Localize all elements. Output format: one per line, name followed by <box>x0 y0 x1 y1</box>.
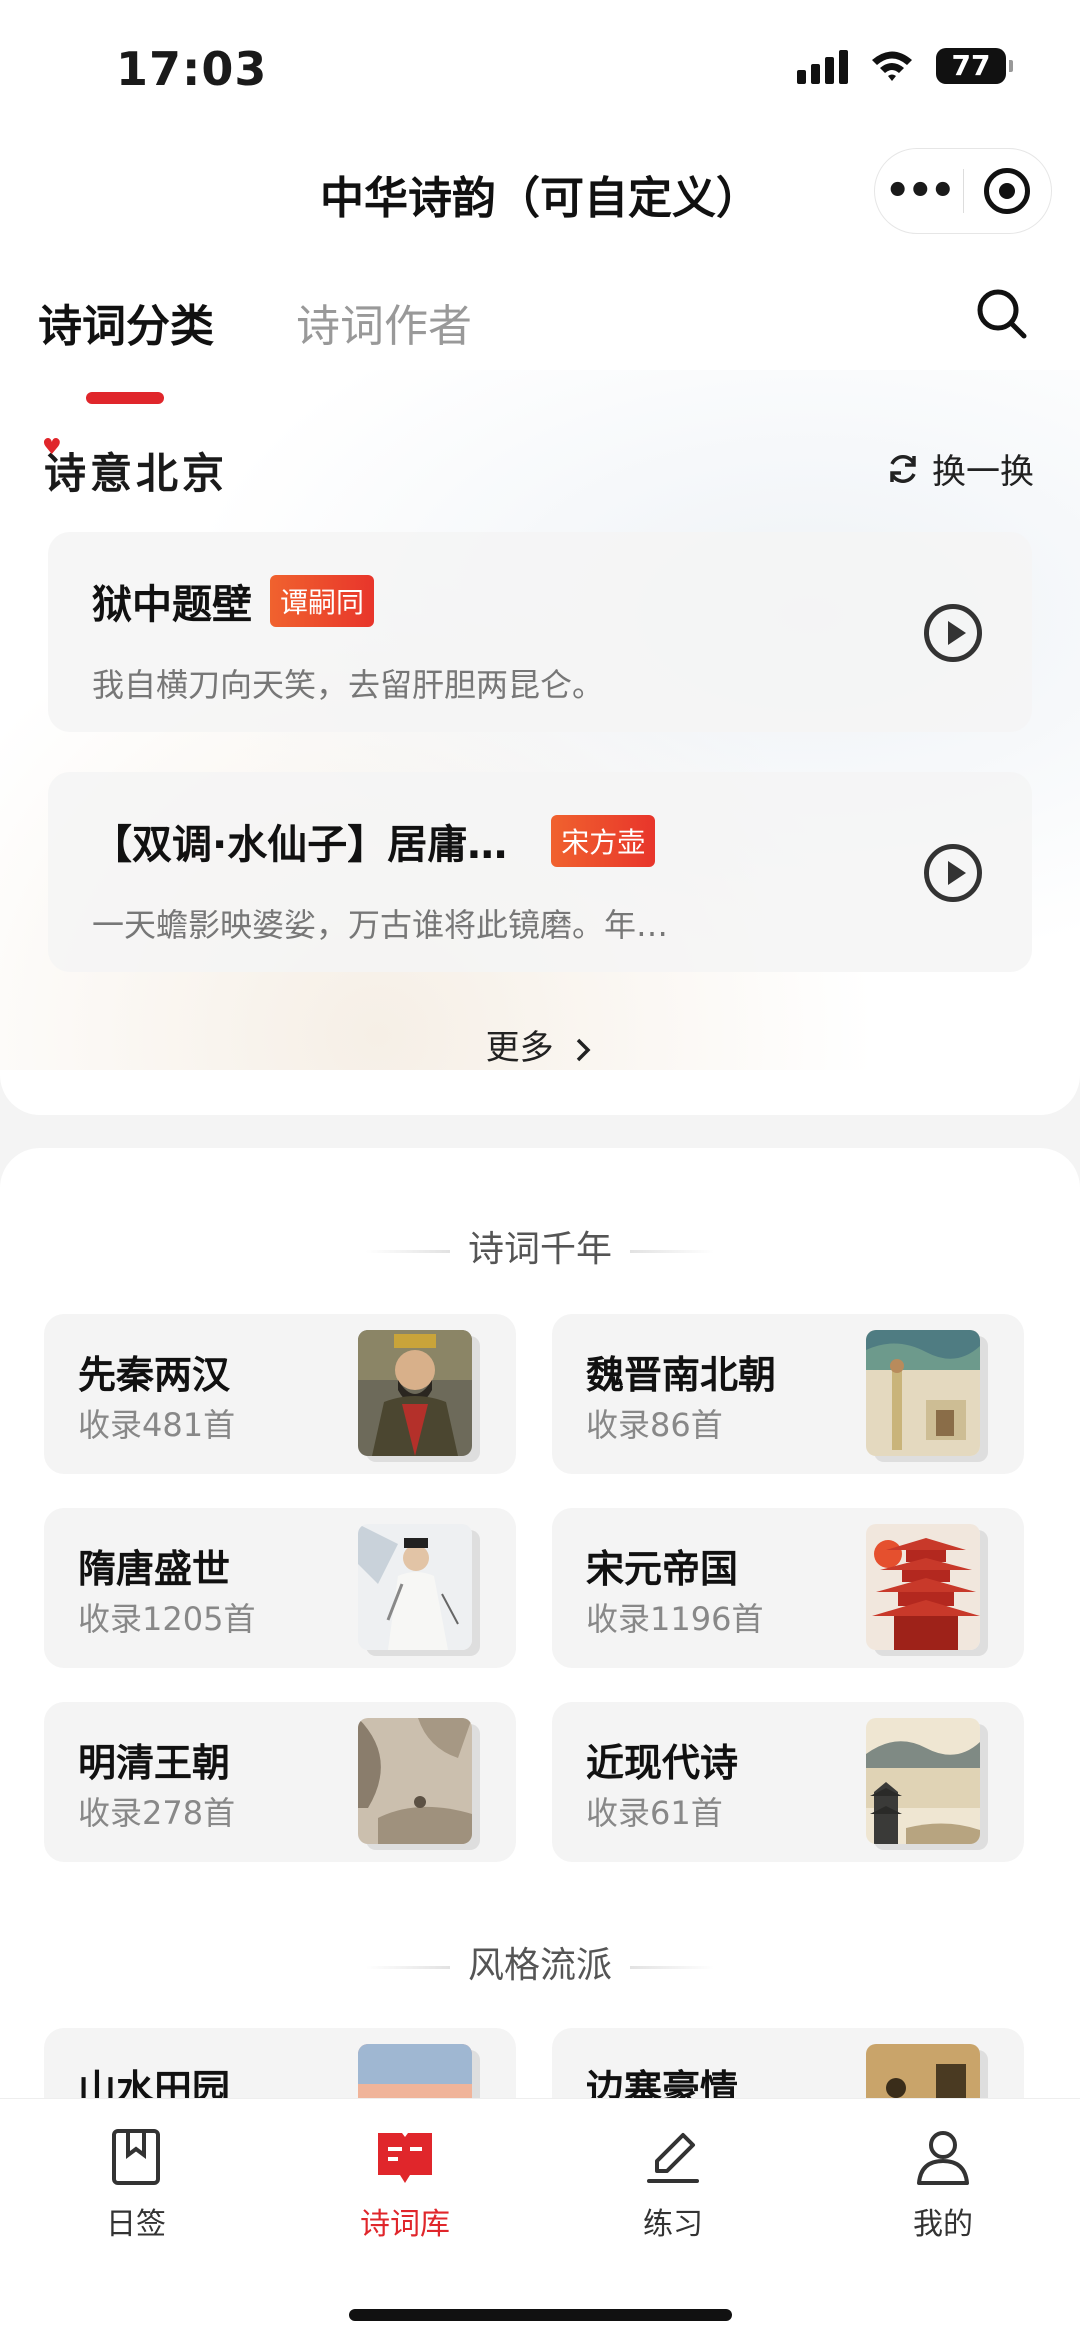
tab-poem-categories[interactable]: 诗词分类 <box>38 290 214 404</box>
section-title-poetic-beijing: ♥ 诗意北京 <box>42 434 229 501</box>
era-count: 收录1196首 <box>586 1600 764 1638</box>
section-heading-styles: 风格流派 <box>0 1936 1080 1988</box>
status-time: 17:03 <box>116 42 268 96</box>
poem-header: 狱中题壁 谭嗣同 <box>92 572 375 630</box>
tabbar-item-practice[interactable]: 练习 <box>603 2127 743 2243</box>
poem-card[interactable]: 【双调·水仙子】居庸… 宋方壶 一天蟾影映婆娑，万古谁将此镜磨。年… <box>48 772 1032 972</box>
era-card[interactable]: 明清王朝 收录278首 <box>44 1702 516 1862</box>
era-count: 收录61首 <box>586 1794 723 1832</box>
bookmark-icon <box>112 2129 160 2185</box>
era-name: 隋唐盛世 <box>78 1547 231 1591</box>
era-name: 魏晋南北朝 <box>586 1353 777 1397</box>
close-miniapp-button[interactable] <box>964 168 1052 214</box>
era-thumbnail-poet <box>358 1524 472 1650</box>
era-name: 宋元帝国 <box>586 1547 739 1591</box>
era-name: 先秦两汉 <box>78 1353 231 1397</box>
tabbar-item-daily[interactable]: 日签 <box>66 2127 206 2243</box>
poem-excerpt: 我自横刀向天笑，去留肝胆两昆仑。 <box>92 666 605 704</box>
poem-excerpt: 一天蟾影映婆娑，万古谁将此镜磨。年… <box>92 906 669 944</box>
era-card[interactable]: 隋唐盛世 收录1205首 <box>44 1508 516 1668</box>
era-thumbnail-painting <box>866 1330 980 1456</box>
author-tag[interactable]: 谭嗣同 <box>270 575 375 627</box>
poem-title: 狱中题壁 <box>92 582 252 628</box>
tabbar-item-library[interactable]: 诗词库 <box>335 2127 475 2243</box>
status-bar: 17:03 77 <box>0 0 1080 140</box>
era-thumbnail-ink-painting <box>358 1718 472 1844</box>
tabbar-label: 诗词库 <box>360 2207 450 2242</box>
book-icon <box>378 2133 432 2183</box>
section-heading-text: 风格流派 <box>467 1945 612 1986</box>
home-indicator[interactable] <box>349 2309 732 2321</box>
person-icon <box>917 2131 969 2185</box>
pencil-icon <box>647 2133 699 2183</box>
era-count: 收录86首 <box>586 1406 723 1444</box>
era-thumbnail-pagoda <box>866 1524 980 1650</box>
more-link[interactable]: 更多 <box>0 1020 1080 1069</box>
chevron-right-icon <box>577 1038 591 1061</box>
section-heading-eras: 诗词千年 <box>0 1220 1080 1272</box>
era-name: 近现代诗 <box>586 1741 739 1785</box>
era-thumbnail-landscape <box>866 1718 980 1844</box>
refresh-button[interactable]: 换一换 <box>886 444 1034 493</box>
play-icon[interactable] <box>924 604 982 662</box>
poem-title: 【双调·水仙子】居庸… <box>92 822 508 868</box>
status-icons: 77 <box>797 48 1013 84</box>
era-count: 收录481首 <box>78 1406 236 1444</box>
play-icon[interactable] <box>924 844 982 902</box>
era-thumbnail-emperor <box>358 1330 472 1456</box>
search-icon[interactable] <box>974 286 1030 342</box>
wifi-icon <box>872 51 912 81</box>
tabbar-label: 日签 <box>106 2207 166 2242</box>
battery-icon: 77 <box>936 48 1013 84</box>
author-tag[interactable]: 宋方壶 <box>551 815 656 867</box>
miniapp-capsule: ••• <box>874 148 1052 234</box>
era-card[interactable]: 宋元帝国 收录1196首 <box>552 1508 1024 1668</box>
era-count: 收录278首 <box>78 1794 236 1832</box>
section-title-text: 诗意北京 <box>44 449 229 498</box>
signal-icon <box>797 48 848 84</box>
refresh-icon <box>890 454 916 483</box>
era-card[interactable]: 近现代诗 收录61首 <box>552 1702 1024 1862</box>
tabbar-label: 我的 <box>913 2207 973 2242</box>
tabbar-label: 练习 <box>643 2207 703 2242</box>
section-heading-text: 诗词千年 <box>467 1229 612 1270</box>
tab-poem-authors[interactable]: 诗词作者 <box>296 290 472 354</box>
heart-decoration-icon: ♥ <box>42 434 66 460</box>
category-tabs: 诗词分类 诗词作者 <box>38 290 472 404</box>
more-label: 更多 <box>485 1028 554 1068</box>
tabbar-item-profile[interactable]: 我的 <box>873 2127 1013 2243</box>
bottom-tab-bar: 日签 诗词库 练习 我的 <box>0 2098 1080 2337</box>
era-count: 收录1205首 <box>78 1600 256 1638</box>
poem-card[interactable]: 狱中题壁 谭嗣同 我自横刀向天笑，去留肝胆两昆仑。 <box>48 532 1032 732</box>
more-options-button[interactable]: ••• <box>875 171 963 211</box>
era-card[interactable]: 魏晋南北朝 收录86首 <box>552 1314 1024 1474</box>
target-icon <box>984 168 1031 214</box>
era-name: 明清王朝 <box>78 1741 231 1785</box>
poem-header: 【双调·水仙子】居庸… 宋方壶 <box>92 812 656 870</box>
era-card[interactable]: 先秦两汉 收录481首 <box>44 1314 516 1474</box>
top-section: 中华诗韵（可自定义） ••• 诗词分类 诗词作者 ♥ 诗意北京 换一换 狱中题壁… <box>0 140 1080 1115</box>
refresh-label: 换一换 <box>932 452 1034 492</box>
